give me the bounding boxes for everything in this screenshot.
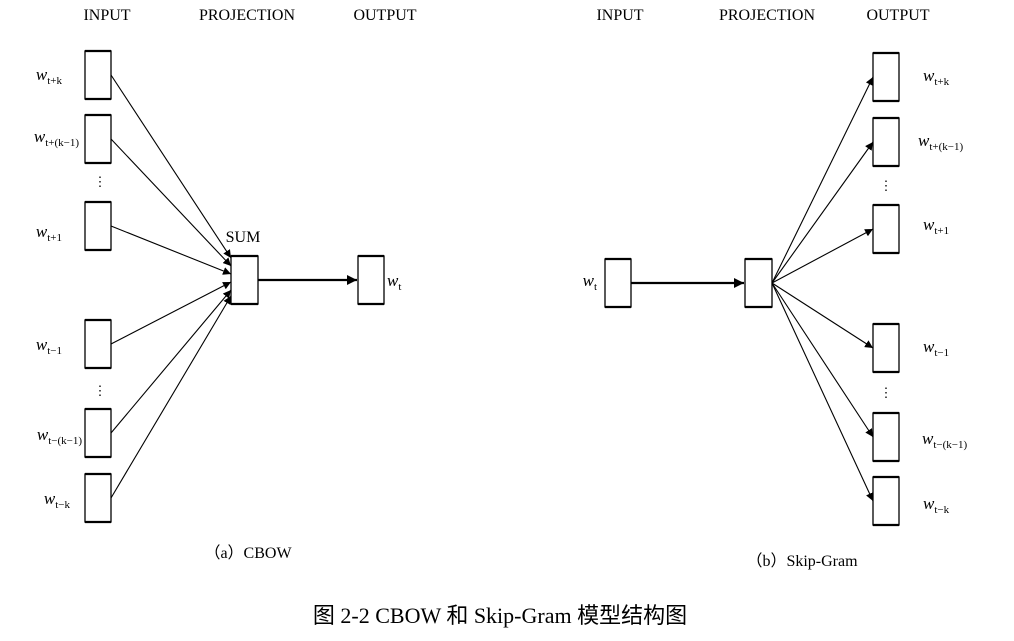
- cbow-input-label: wt+k: [36, 65, 63, 87]
- cbow-output-header: OUTPUT: [353, 7, 416, 24]
- cbow-input-label: wt−1: [36, 335, 62, 357]
- cbow-input-node: [84, 472, 112, 524]
- skipgram-ellipsis: ⋮: [880, 178, 893, 193]
- cbow-caption: （a）CBOW: [204, 544, 292, 562]
- skipgram-projection-header: PROJECTION: [719, 7, 815, 24]
- cbow-output-label: wt: [387, 271, 401, 293]
- cbow-input-edges: [110, 74, 232, 499]
- skipgram-output-label: wt+(k−1): [918, 131, 963, 153]
- skipgram-output-edges: [771, 76, 874, 502]
- cbow-sum-label: SUM: [226, 229, 261, 246]
- cbow-input-label: wt−(k−1): [37, 425, 82, 447]
- cbow-output-node: [357, 254, 385, 306]
- cbow-input-node: [84, 113, 112, 165]
- skipgram-output-node: [872, 203, 900, 255]
- skipgram-projection-node: [744, 257, 773, 309]
- cbow-ellipsis: ⋮: [94, 174, 107, 189]
- skipgram-output-node: [872, 322, 900, 374]
- cbow-projection-header: PROJECTION: [199, 7, 295, 24]
- cbow-input-label: wt−k: [44, 489, 71, 511]
- skipgram-input-label: wt: [583, 271, 597, 293]
- skipgram-input-header: INPUT: [596, 7, 643, 24]
- skipgram-ellipsis: ⋮: [880, 385, 893, 400]
- cbow-input-node: [84, 200, 112, 252]
- skipgram-output-label: wt+k: [923, 66, 950, 88]
- figure-caption: 图 2-2 CBOW 和 Skip-Gram 模型结构图: [313, 603, 687, 628]
- skipgram-output-node: [872, 411, 900, 463]
- skipgram-input-node: [604, 257, 632, 309]
- skipgram-caption: （b）Skip-Gram: [746, 552, 858, 570]
- skipgram-output-label: wt+1: [923, 215, 949, 237]
- cbow-input-header: INPUT: [83, 7, 130, 24]
- cbow-input-label: wt+(k−1): [34, 127, 79, 149]
- cbow-input-node: [84, 49, 112, 101]
- cbow-input-node: [84, 318, 112, 370]
- skipgram-output-label: wt−k: [923, 494, 950, 516]
- cbow-projection-node: [230, 254, 259, 306]
- skipgram-output-node: [872, 116, 900, 168]
- skipgram-output-header: OUTPUT: [866, 7, 929, 24]
- skipgram-output-node: [872, 51, 900, 103]
- skipgram-output-label: wt−(k−1): [922, 429, 967, 451]
- skipgram-output-node: [872, 475, 900, 527]
- skipgram-output-label: wt−1: [923, 337, 949, 359]
- cbow-panel: INPUT PROJECTION OUTPUT wt+k wt+(k−1) wt…: [34, 7, 417, 562]
- cbow-skipgram-diagram: INPUT PROJECTION OUTPUT wt+k wt+(k−1) wt…: [34, 7, 968, 628]
- cbow-ellipsis: ⋮: [94, 383, 107, 398]
- cbow-input-label: wt+1: [36, 222, 62, 244]
- skipgram-panel: INPUT PROJECTION OUTPUT wt wt+k wt+(k−1)…: [583, 7, 968, 570]
- cbow-input-node: [84, 407, 112, 459]
